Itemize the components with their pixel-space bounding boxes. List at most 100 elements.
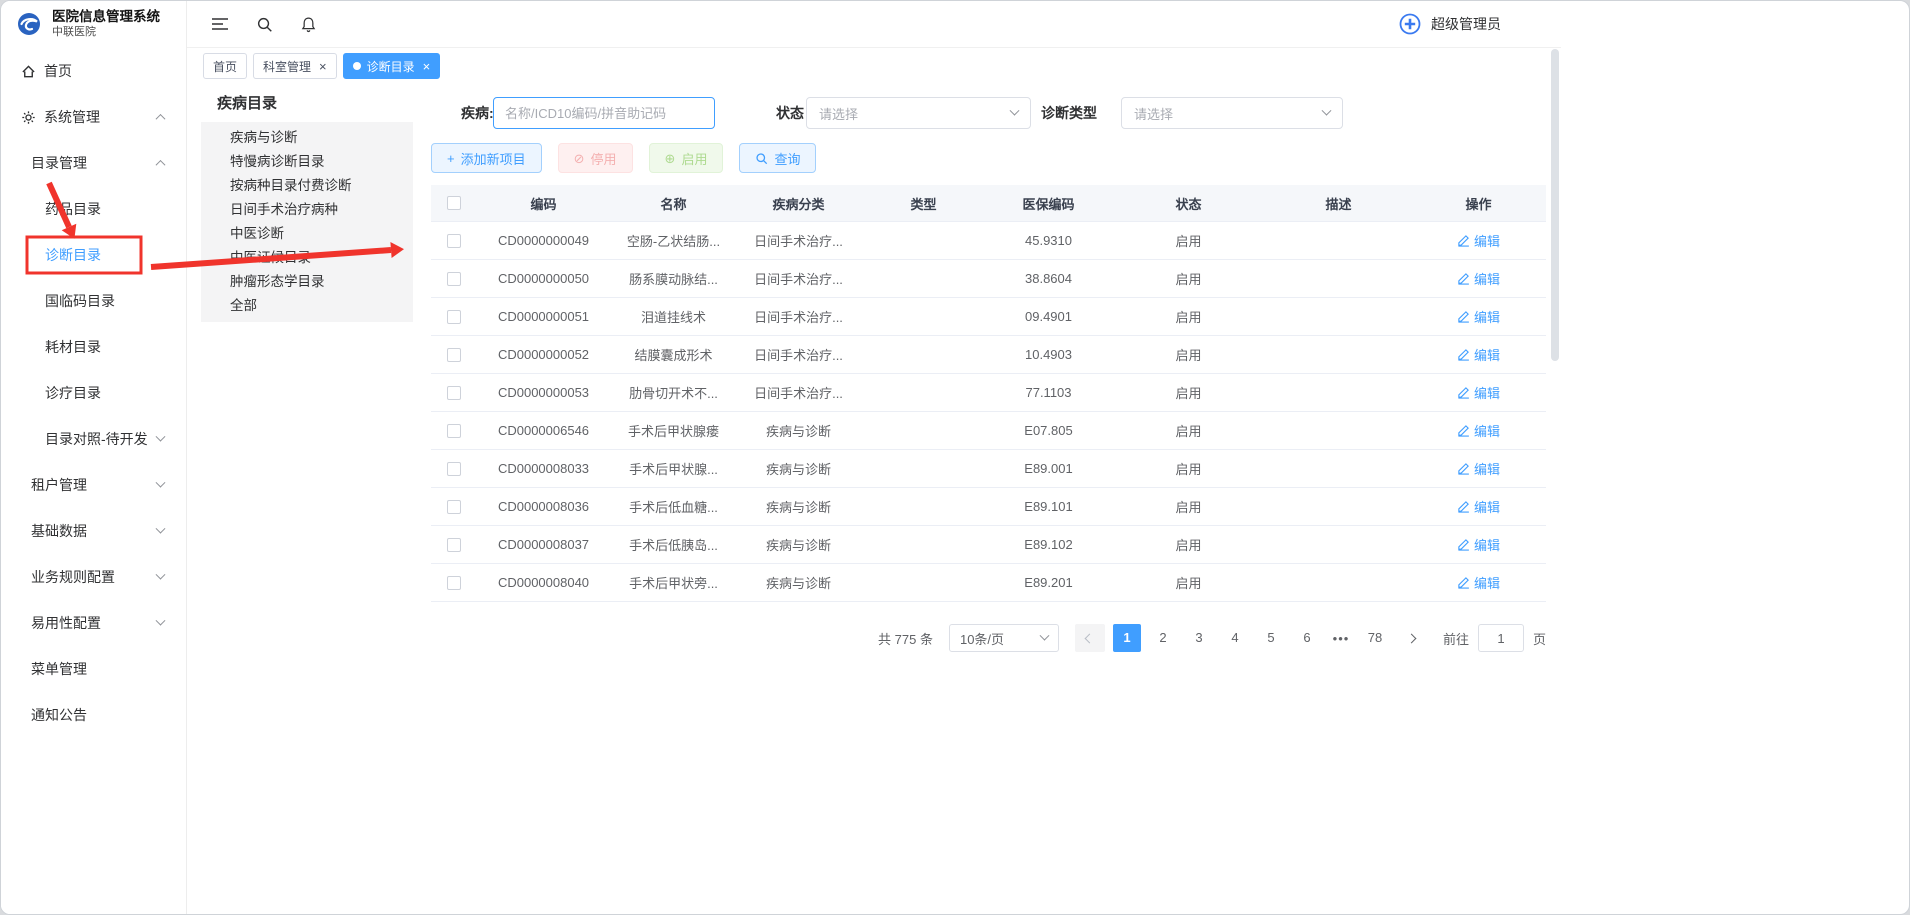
edit-button[interactable]: 编辑 [1457,573,1500,592]
row-checkbox[interactable] [447,500,461,514]
cell-insurance-code: E89.102 [986,526,1111,563]
page-number[interactable]: 4 [1221,624,1249,652]
cell-code: CD0000008040 [476,564,611,601]
sidebar-item-basic-data[interactable]: 基础数据 [1,508,186,554]
tab-home[interactable]: 首页 [203,53,247,79]
sidebar-item-consumables-catalog[interactable]: 耗材目录 [1,324,186,370]
main-content: 疾病目录 疾病与诊断 特慢病诊断目录 按病种目录付费诊断 日间手术治疗病种 中医… [187,84,1561,914]
edit-button[interactable]: 编辑 [1457,307,1500,326]
bell-icon[interactable] [300,16,317,33]
row-checkbox[interactable] [447,424,461,438]
goto-page-input[interactable] [1478,624,1524,652]
cell-category: 日间手术治疗... [736,260,861,297]
sidebar-item-catalog-management[interactable]: 目录管理 [1,140,186,186]
sidebar-item-system-management[interactable]: 系统管理 [1,94,186,140]
disease-category-item[interactable]: 中医证候目录 [201,246,413,270]
disease-category-item[interactable]: 全部 [201,294,413,318]
search-icon[interactable] [256,16,273,33]
chevron-down-icon [156,477,166,487]
user-menu[interactable]: 超级管理员 [1398,12,1501,36]
sidebar-item-national-code-catalog[interactable]: 国临码目录 [1,278,186,324]
sidebar-item-diagnosis-catalog[interactable]: 诊断目录 [1,232,186,278]
close-icon[interactable]: × [423,60,431,73]
page-number-last[interactable]: 78 [1361,624,1389,652]
sidebar-item-catalog-mapping[interactable]: 目录对照-待开发 [1,416,186,462]
sidebar-item-label: 系统管理 [44,107,100,127]
cell-category: 疾病与诊断 [736,450,861,487]
sidebar-item-business-rules[interactable]: 业务规则配置 [1,554,186,600]
page-size-select[interactable]: 10条/页 [949,624,1059,652]
edit-label: 编辑 [1474,383,1500,402]
collapse-menu-icon[interactable] [211,17,229,31]
cell-status: 启用 [1111,222,1266,259]
page-number[interactable]: 2 [1149,624,1177,652]
page-number[interactable]: 3 [1185,624,1213,652]
sidebar-item-home[interactable]: 首页 [1,48,186,94]
row-checkbox[interactable] [447,538,461,552]
edit-button[interactable]: 编辑 [1457,231,1500,250]
edit-button[interactable]: 编辑 [1457,535,1500,554]
status-select[interactable]: 请选择 [806,97,1031,129]
edit-button[interactable]: 编辑 [1457,345,1500,364]
cell-description [1266,526,1411,563]
page-number[interactable]: 1 [1113,624,1141,652]
disease-category-item[interactable]: 按病种目录付费诊断 [201,174,413,198]
query-button[interactable]: 查询 [739,143,816,173]
row-checkbox[interactable] [447,310,461,324]
disease-category-item[interactable]: 肿瘤形态学目录 [201,270,413,294]
disease-search-input[interactable] [493,97,715,129]
toolbar: + 添加新项目 ⊘ 停用 ⊕ 启用 查询 [431,143,1546,173]
edit-label: 编辑 [1474,459,1500,478]
tab-diagnosis-catalog[interactable]: 诊断目录 × [343,53,441,79]
edit-button[interactable]: 编辑 [1457,421,1500,440]
sidebar-item-label: 基础数据 [31,521,87,541]
row-checkbox[interactable] [447,348,461,362]
app-logo [14,10,44,40]
row-checkbox[interactable] [447,462,461,476]
sidebar-item-treatment-catalog[interactable]: 诊疗目录 [1,370,186,416]
edit-icon [1457,424,1470,437]
chevron-down-icon [156,431,166,441]
sidebar-item-menu-management[interactable]: 菜单管理 [1,646,186,692]
cell-status: 启用 [1111,298,1266,335]
cell-type [861,488,986,525]
close-icon[interactable]: × [319,60,327,73]
enable-button[interactable]: ⊕ 启用 [649,143,724,173]
cell-description [1266,260,1411,297]
pages-ellipsis[interactable]: ••• [1329,631,1353,646]
sidebar-item-usability-config[interactable]: 易用性配置 [1,600,186,646]
sidebar-item-notice[interactable]: 通知公告 [1,692,186,738]
scrollbar-thumb[interactable] [1551,49,1559,361]
edit-button[interactable]: 编辑 [1457,383,1500,402]
edit-button[interactable]: 编辑 [1457,497,1500,516]
edit-button[interactable]: 编辑 [1457,459,1500,478]
sidebar-item-drug-catalog[interactable]: 药品目录 [1,186,186,232]
disease-category-item[interactable]: 日间手术治疗病种 [201,198,413,222]
edit-icon [1457,310,1470,323]
cell-code: CD0000000052 [476,336,611,373]
tab-department-management[interactable]: 科室管理 × [253,53,337,79]
chevron-down-icon [1010,105,1020,115]
prev-page-button[interactable] [1075,624,1105,652]
disease-category-item[interactable]: 特慢病诊断目录 [201,150,413,174]
edit-button[interactable]: 编辑 [1457,269,1500,288]
admin-name: 超级管理员 [1431,14,1501,34]
row-checkbox[interactable] [447,272,461,286]
cell-name: 肋骨切开术不... [611,374,736,411]
sidebar-item-label: 租户管理 [31,475,87,495]
row-checkbox[interactable] [447,386,461,400]
sidebar-item-tenant-management[interactable]: 租户管理 [1,462,186,508]
add-item-button[interactable]: + 添加新项目 [431,143,542,173]
disease-category-item[interactable]: 中医诊断 [201,222,413,246]
row-checkbox[interactable] [447,234,461,248]
page-number[interactable]: 5 [1257,624,1285,652]
next-page-button[interactable] [1397,624,1427,652]
diagnosis-type-select[interactable]: 请选择 [1121,97,1343,129]
disease-category-item[interactable]: 疾病与诊断 [201,126,413,150]
table-row: CD0000000049 空肠-乙状结肠... 日间手术治疗... 45.931… [431,222,1546,260]
select-all-checkbox[interactable] [447,196,461,210]
row-checkbox[interactable] [447,576,461,590]
page-number[interactable]: 6 [1293,624,1321,652]
table-row: CD0000000050 肠系膜动脉结... 日间手术治疗... 38.8604… [431,260,1546,298]
disable-button[interactable]: ⊘ 停用 [558,143,633,173]
